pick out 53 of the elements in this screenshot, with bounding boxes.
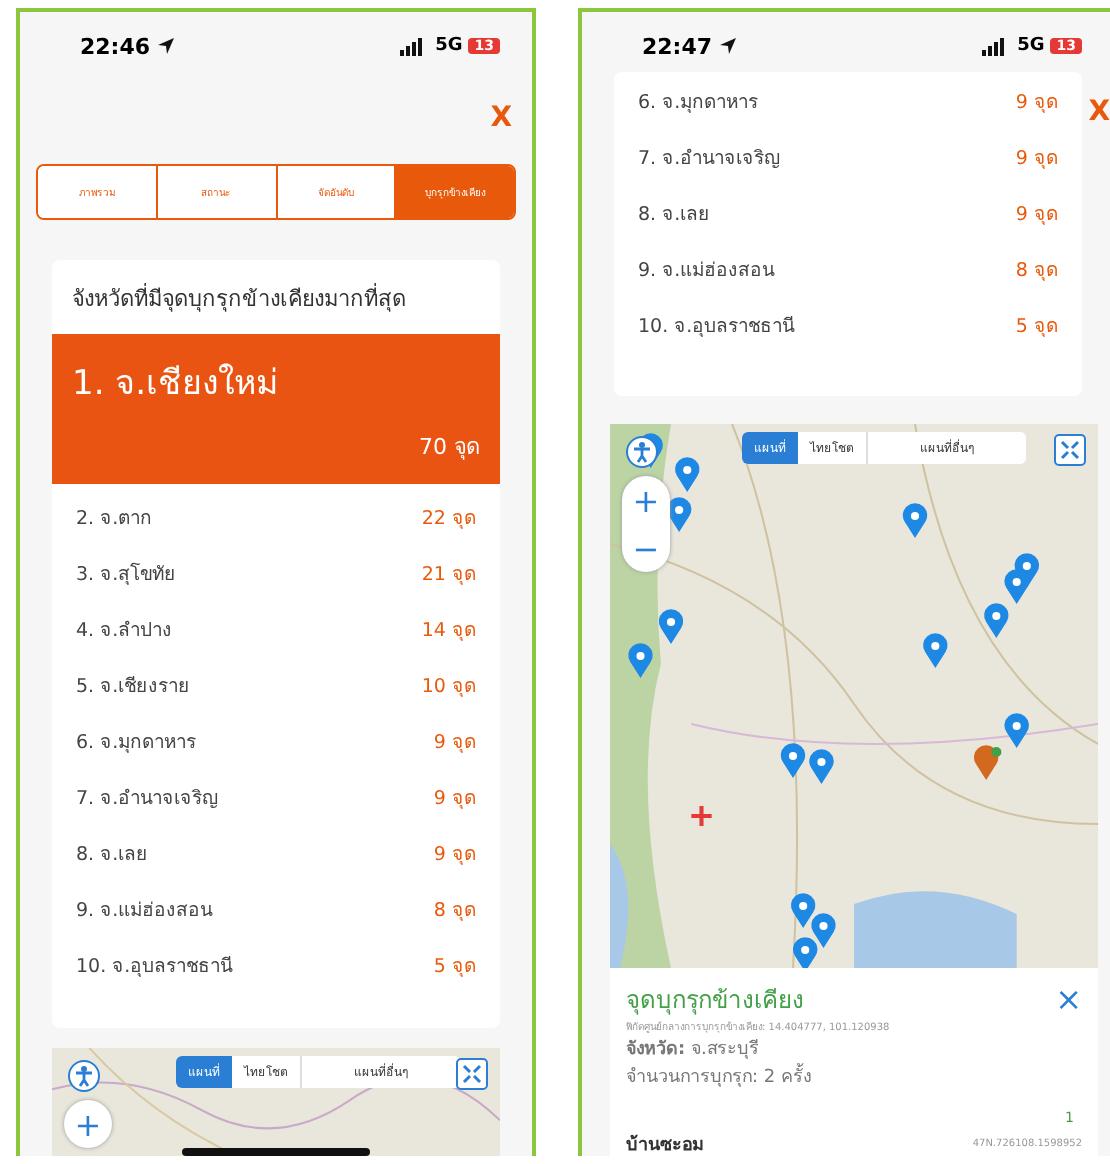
zoom-in-button[interactable]: + [622,476,670,524]
province-text: จังหวัด: จ.สระบุรี [626,1037,761,1062]
network-label: 5G [435,36,463,56]
count-value: 70 จุด [419,432,480,464]
status-time: 22:47 [642,33,713,59]
count-value: 5 จุด [433,953,476,979]
signal-icon [399,37,424,55]
count-value: 8 จุด [1015,257,1058,283]
signal-icon [981,37,1006,55]
province-name: 7. จ.อำนาจเจริญ [638,145,781,171]
province-name: 2. จ.ตาก [76,505,153,531]
province-name: 1. จ.เชียงใหม่ [72,361,281,408]
fullscreen-icon[interactable] [456,1058,488,1090]
zoom-out-button[interactable]: − [622,524,670,572]
count-value: 8 จุด [433,897,476,923]
count-value: 10 จุด [421,673,476,699]
province-name: 6. จ.มุกดาหาร [76,729,197,755]
popup-title: จุดบุกรุกข้างเคียง [626,984,804,1018]
province-name: 10. จ.อุบลราชธานี [76,953,233,979]
location-arrow-icon [156,36,177,56]
close-button[interactable]: × [1055,980,1082,1018]
province-name: 7. จ.อำนาจเจริญ [76,785,219,811]
count-value: 22 จุด [421,505,476,531]
count-value: 9 จุด [1015,145,1058,171]
count-value: 9 จุด [1015,201,1058,227]
province-name: 10. จ.อุบลราชธานี [638,313,795,339]
province-name: 6. จ.มุกดาหาร [638,89,759,115]
close-button[interactable]: X [486,102,516,134]
province-name: 8. จ.เลย [76,841,149,867]
location-arrow-icon [718,36,739,56]
count-value: 21 จุด [421,561,476,587]
person-icon[interactable] [626,436,658,468]
intrusion-count: จำนวนการบุกรุก: 2 ครั้ง [626,1062,1082,1090]
count-value: 9 จุด [433,729,476,755]
network-label: 5G [1017,36,1045,56]
zoom-in-button[interactable]: + [64,1100,112,1148]
count-value: 5 จุด [1015,313,1058,339]
village-name: บ้านซะอม [626,1132,704,1156]
fullscreen-icon[interactable] [1054,434,1086,466]
count-value: 9 จุด [433,785,476,811]
province-name: 9. จ.แม่ฮ่องสอน [76,897,213,923]
close-button[interactable]: X [1084,96,1110,128]
province-name: 4. จ.ลำปาง [76,617,173,643]
person-icon[interactable] [68,1060,100,1092]
count-value: 14 จุด [421,617,476,643]
province-name: 8. จ.เลย [638,201,711,227]
count-value: 9 จุด [1015,89,1058,115]
ranking-title: จังหวัดที่มีจุดบุกรุกข้างเคียงมากที่สุด [70,281,408,316]
province-name: 3. จ.สุโขทัย [76,560,177,587]
province-name: 9. จ.แม่ฮ่องสอน [638,257,775,283]
status-time: 22:46 [80,33,151,59]
province-name: 5. จ.เชียงราย [76,673,191,699]
count-value: 9 จุด [433,841,476,867]
